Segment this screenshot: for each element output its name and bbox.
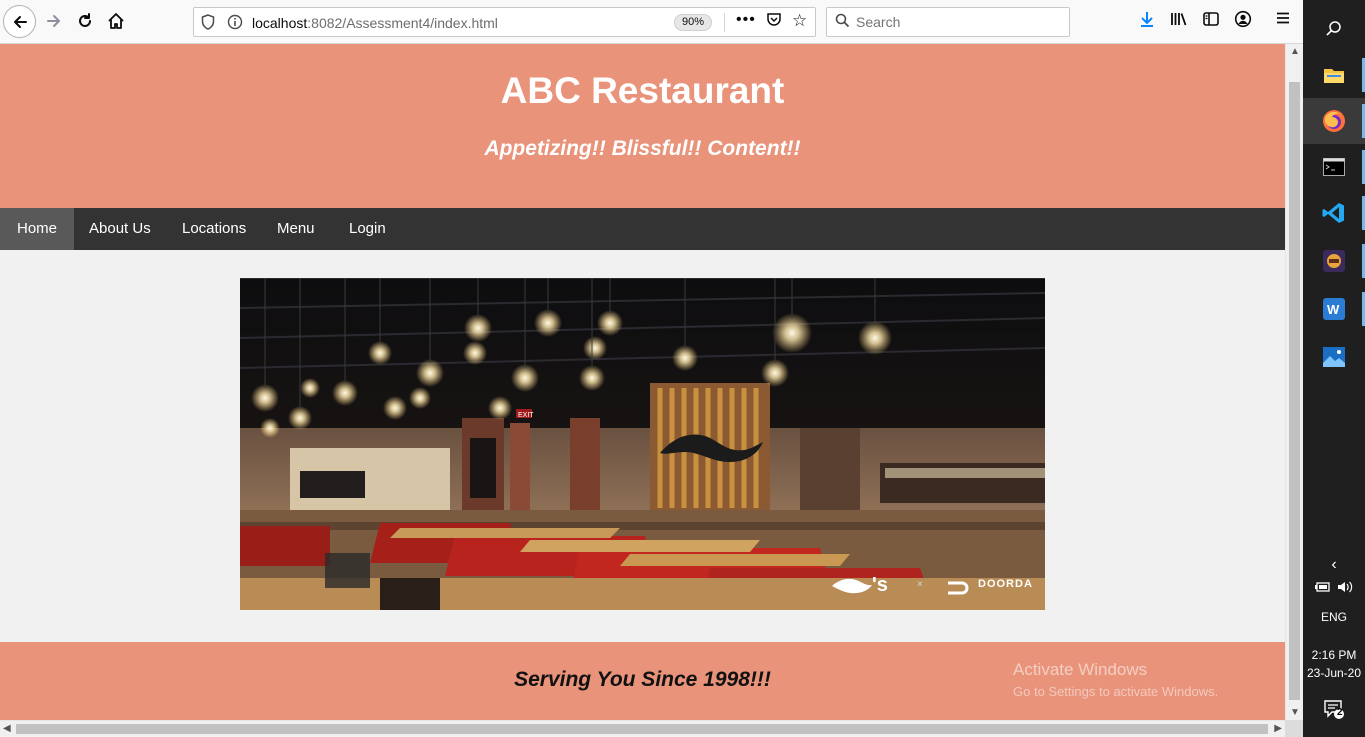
clock-time[interactable]: 2:16 PM [1303, 648, 1365, 662]
library-icon[interactable] [1170, 10, 1188, 33]
brand-logo-text: 's [872, 574, 888, 596]
site-header: ABC Restaurant Appetizing!! Blissful!! C… [0, 44, 1285, 208]
site-title: ABC Restaurant [500, 70, 785, 111]
writer-icon: W [1323, 298, 1345, 320]
home-icon [108, 13, 124, 29]
downloads-icon[interactable] [1138, 10, 1156, 33]
url-bar-divider [724, 13, 725, 32]
taskbar-game-app[interactable] [1303, 238, 1365, 284]
home-button[interactable] [101, 6, 131, 36]
reload-icon [79, 13, 91, 27]
forward-button[interactable] [39, 6, 69, 36]
partner-logo-text: DOORDA [978, 578, 1033, 590]
site-tagline: Appetizing!! Blissful!! Content!! [484, 137, 801, 160]
windows-taskbar: W ‹ ENG 2:16 PM 23-Jun-20 2 [1303, 0, 1365, 737]
arrow-left-icon [13, 15, 27, 28]
svg-text:W: W [1327, 302, 1340, 317]
search-bar[interactable] [826, 7, 1070, 37]
account-icon[interactable] [1234, 10, 1252, 33]
main-nav: Home About Us Locations Menu Login [0, 208, 1285, 250]
taskbar-wps-writer[interactable]: W [1303, 286, 1365, 332]
taskbar-vscode[interactable] [1303, 190, 1365, 236]
zoom-indicator[interactable]: 90% [674, 14, 713, 31]
horizontal-scroll-thumb[interactable] [16, 724, 1268, 734]
action-center-button[interactable]: 2 [1303, 698, 1365, 723]
game-icon [1323, 250, 1345, 272]
photos-icon [1323, 347, 1345, 367]
tracking-shield-icon[interactable] [201, 14, 215, 33]
url-path: :8082/Assessment4/index.html [307, 15, 498, 31]
url-text[interactable]: localhost:8082/Assessment4/index.html [252, 15, 498, 31]
bookmark-star-icon[interactable]: ☆ [792, 11, 807, 31]
nav-login[interactable]: Login [332, 208, 403, 250]
exit-sign-text: EXIT [518, 412, 534, 419]
menu-hamburger-icon[interactable] [1275, 10, 1291, 31]
page-actions-icon[interactable]: ••• [736, 11, 756, 29]
firefox-icon [1323, 110, 1345, 132]
nav-menu[interactable]: Menu [260, 208, 332, 250]
url-host: localhost [252, 15, 308, 31]
vertical-scroll-thumb[interactable] [1289, 82, 1300, 700]
activate-windows-subtitle: Go to Settings to activate Windows. [1013, 684, 1219, 699]
pocket-icon[interactable] [766, 12, 782, 32]
vertical-scrollbar[interactable]: ▲ ▼ [1285, 44, 1303, 720]
taskbar-command-prompt[interactable] [1303, 144, 1365, 190]
search-input[interactable] [856, 13, 1056, 31]
arrow-right-icon [47, 15, 60, 27]
tray-status-icons [1303, 580, 1365, 597]
scroll-up-arrow-icon[interactable]: ▲ [1290, 46, 1300, 57]
vscode-icon [1322, 203, 1344, 223]
language-indicator[interactable]: ENG [1303, 610, 1365, 624]
site-footer: Serving You Since 1998!!! [0, 642, 1285, 720]
restaurant-interior-illustration: EXIT 's × DOORDA [240, 278, 1045, 610]
scrollbar-corner [1285, 720, 1303, 737]
taskbar-photos[interactable] [1303, 334, 1365, 380]
nav-locations[interactable]: Locations [165, 208, 263, 250]
search-icon [835, 13, 850, 32]
taskbar-search-button[interactable] [1303, 6, 1365, 52]
restaurant-interior-image: EXIT 's × DOORDA [240, 278, 1045, 610]
svg-text:×: × [917, 579, 923, 590]
show-hidden-icons-chevron-icon[interactable]: ‹ [1303, 556, 1365, 574]
scroll-left-arrow-icon[interactable]: ◀ [3, 723, 11, 734]
nav-about-us[interactable]: About Us [72, 208, 168, 250]
taskbar-file-explorer[interactable] [1303, 52, 1365, 98]
activate-windows-title: Activate Windows [1013, 660, 1148, 679]
nav-home[interactable]: Home [0, 208, 75, 250]
scroll-right-arrow-icon[interactable]: ▶ [1274, 723, 1282, 734]
scroll-down-arrow-icon[interactable]: ▼ [1290, 707, 1300, 718]
horizontal-scrollbar[interactable]: ◀ ▶ [0, 720, 1285, 737]
taskbar-firefox[interactable] [1303, 98, 1365, 144]
notification-count-badge: 2 [1337, 707, 1343, 718]
volume-icon[interactable] [1336, 580, 1354, 594]
page-viewport: ABC Restaurant Appetizing!! Blissful!! C… [0, 44, 1285, 720]
folder-icon [1324, 69, 1344, 83]
sidebar-icon[interactable] [1202, 10, 1220, 33]
reload-button[interactable] [70, 6, 100, 36]
site-info-icon[interactable] [227, 14, 243, 33]
battery-icon[interactable] [1314, 580, 1332, 594]
terminal-icon [1323, 158, 1345, 176]
url-bar[interactable]: localhost:8082/Assessment4/index.html 90… [193, 7, 816, 37]
clock-date[interactable]: 23-Jun-20 [1303, 666, 1365, 680]
search-icon [1326, 21, 1341, 36]
back-button[interactable] [3, 5, 36, 38]
browser-toolbar: localhost:8082/Assessment4/index.html 90… [0, 0, 1303, 44]
